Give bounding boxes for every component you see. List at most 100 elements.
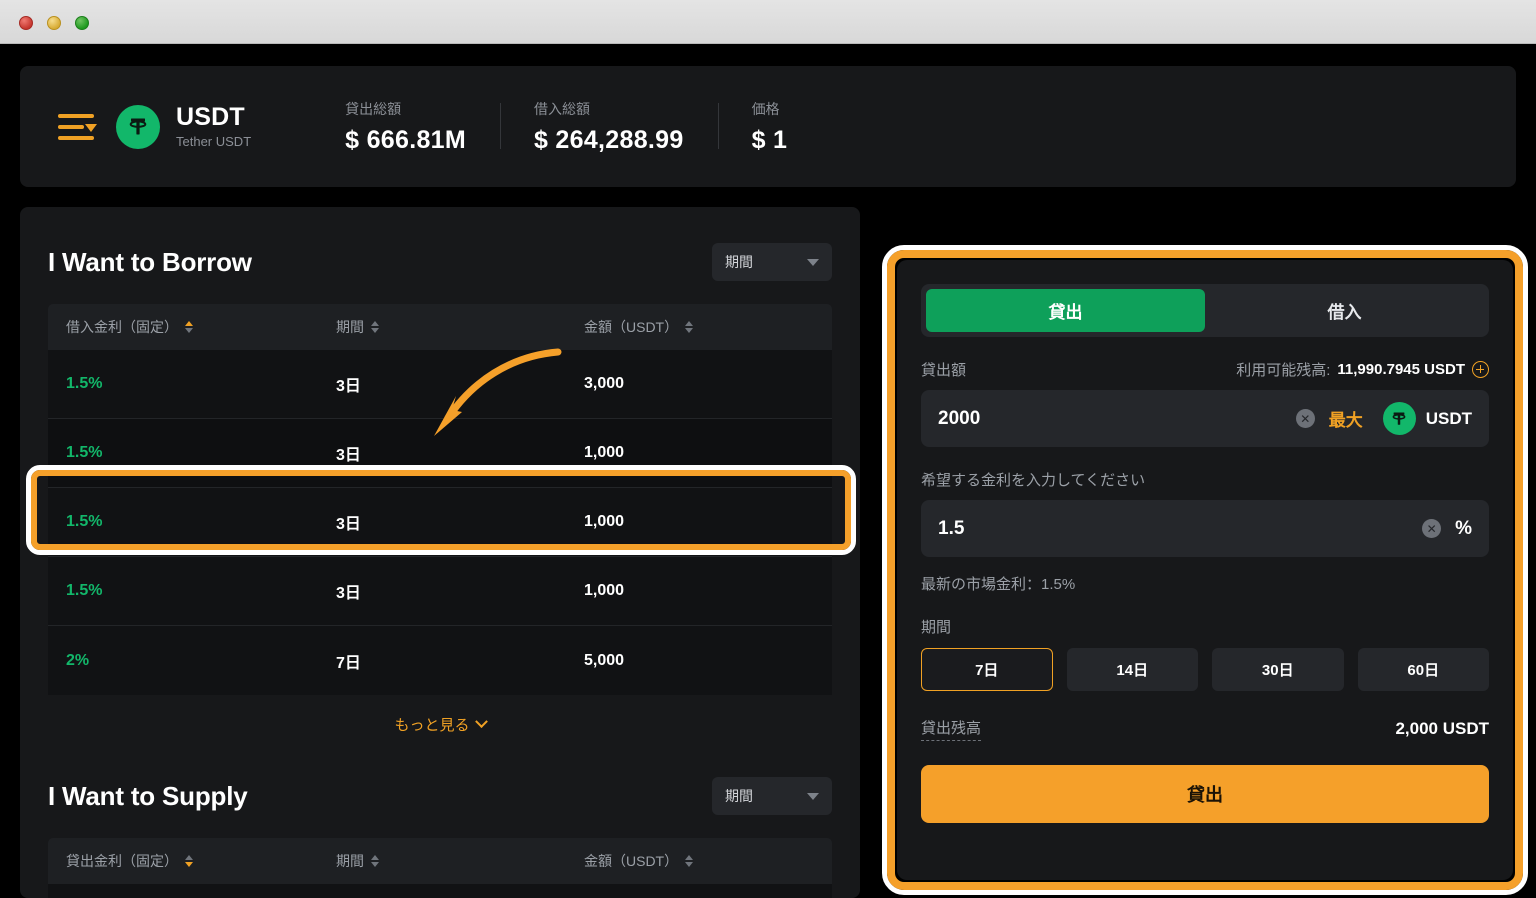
- column-header-supply-rate[interactable]: 貸出金利（固定）: [66, 851, 336, 871]
- lend-amount-value[interactable]: 2000: [938, 408, 1296, 430]
- row-term: 3日: [336, 378, 361, 395]
- borrow-show-more-link[interactable]: もっと見る: [48, 714, 832, 735]
- borrow-table: 借入金利（固定） 期間 金額（USDT） 1.5% 3日 3,000 1.5% …: [48, 304, 832, 735]
- percent-unit-label: %: [1455, 517, 1472, 539]
- plus-circle-icon[interactable]: [1472, 361, 1489, 378]
- borrow-period-filter[interactable]: 期間: [712, 243, 832, 281]
- currency-selector[interactable]: USDT: [1382, 402, 1472, 435]
- column-header-term[interactable]: 期間: [336, 317, 584, 337]
- asset-full-name: Tether USDT: [176, 133, 252, 149]
- column-header-amount[interactable]: 金額（USDT）: [584, 851, 814, 871]
- currency-label: USDT: [1425, 408, 1472, 428]
- sort-icon[interactable]: [685, 321, 694, 333]
- filter-menu-icon[interactable]: [58, 112, 97, 142]
- term-option-7d[interactable]: 7日: [921, 648, 1053, 691]
- market-lists-panel: I Want to Borrow 期間 借入金利（固定） 期間 金額（USDT）…: [20, 207, 860, 898]
- zoom-window-button[interactable]: [75, 16, 89, 30]
- chevron-down-icon: [474, 715, 488, 729]
- sort-icon[interactable]: [185, 855, 193, 867]
- usdt-coin-icon: [1382, 402, 1416, 435]
- order-panel: 貸出 借入 貸出額 利用可能残高: 11,990.7945 USDT 2000 …: [897, 260, 1513, 880]
- lend-rate-input[interactable]: 1.5 ✕ %: [921, 500, 1489, 557]
- stat-price: 価格 $ 1: [717, 99, 822, 155]
- submit-lend-button[interactable]: 貸出: [921, 765, 1489, 823]
- usdt-coin-icon: [116, 104, 160, 149]
- row-term: 3日: [336, 447, 361, 464]
- lend-amount-input[interactable]: 2000 ✕ 最大 USDT: [921, 390, 1489, 447]
- row-term: 3日: [336, 585, 361, 602]
- chevron-down-icon: [807, 792, 819, 800]
- minimize-window-button[interactable]: [47, 16, 61, 30]
- term-option-14d[interactable]: 14日: [1066, 648, 1198, 691]
- clear-x-icon[interactable]: ✕: [1422, 519, 1442, 538]
- table-row[interactable]: [48, 884, 832, 898]
- borrow-section-title: I Want to Borrow: [48, 246, 252, 277]
- row-amount: 3,000: [584, 375, 625, 392]
- asset-symbol: USDT: [176, 103, 245, 132]
- column-header-borrow-rate[interactable]: 借入金利（固定）: [66, 317, 336, 337]
- rate-field-label: 希望する金利を入力してください: [921, 472, 1146, 489]
- sort-icon[interactable]: [371, 855, 379, 867]
- app-body: USDT Tether USDT 貸出総額 $ 666.81M 借入総額 $ 2…: [0, 44, 1536, 898]
- close-window-button[interactable]: [19, 16, 33, 30]
- stat-total-supply: 貸出総額 $ 666.81M: [311, 99, 500, 155]
- row-rate: 2%: [66, 651, 90, 669]
- row-term: 7日: [336, 654, 361, 672]
- order-type-tabs: 貸出 借入: [921, 284, 1489, 337]
- stat-label: 価格: [751, 100, 780, 117]
- max-button[interactable]: 最大: [1329, 406, 1363, 431]
- amount-field-label: 貸出額: [921, 362, 967, 379]
- table-row[interactable]: 2% 7日 5,000: [48, 626, 832, 695]
- supply-section-header: I Want to Supply 期間: [20, 735, 860, 815]
- tab-borrow[interactable]: 借入: [1205, 289, 1484, 332]
- available-balance-prefix: 利用可能残高:: [1236, 362, 1331, 379]
- term-field-label: 期間: [921, 619, 952, 636]
- chevron-down-icon: [807, 258, 819, 266]
- table-row[interactable]: 1.5% 3日 1,000: [48, 419, 832, 488]
- asset-identity: USDT Tether USDT: [176, 104, 251, 149]
- term-option-60d[interactable]: 60日: [1357, 648, 1489, 691]
- stat-value: $ 1: [751, 125, 788, 154]
- row-rate: 1.5%: [66, 582, 103, 599]
- row-rate: 1.5%: [66, 444, 103, 461]
- asset-header-bar: USDT Tether USDT 貸出総額 $ 666.81M 借入総額 $ 2…: [20, 66, 1516, 187]
- available-balance-value: 11,990.7945 USDT: [1337, 361, 1465, 378]
- sort-icon[interactable]: [371, 321, 379, 333]
- term-options: 7日 14日 30日 60日: [921, 648, 1489, 691]
- clear-x-icon[interactable]: ✕: [1295, 409, 1315, 428]
- table-row[interactable]: 1.5% 3日 1,000: [48, 488, 832, 557]
- sort-icon[interactable]: [185, 321, 193, 333]
- tab-lend[interactable]: 貸出: [926, 289, 1205, 332]
- table-row[interactable]: 1.5% 3日 1,000: [48, 557, 832, 626]
- stat-label: 借入総額: [533, 100, 590, 117]
- supply-section-title: I Want to Supply: [48, 780, 248, 811]
- row-amount: 1,000: [584, 582, 625, 599]
- column-header-term[interactable]: 期間: [336, 851, 584, 871]
- stat-label: 貸出総額: [345, 100, 402, 117]
- row-amount: 1,000: [584, 513, 625, 530]
- row-rate: 1.5%: [66, 513, 103, 530]
- window-title-bar: [0, 0, 1536, 44]
- supply-period-filter-label: 期間: [725, 788, 753, 804]
- table-row[interactable]: 1.5% 3日 3,000: [48, 350, 832, 419]
- row-term: 3日: [336, 516, 361, 533]
- lend-balance-row: 貸出残高 2,000 USDT: [921, 717, 1489, 741]
- borrow-section-header: I Want to Borrow 期間: [20, 207, 860, 281]
- stat-total-borrow: 借入総額 $ 264,288.99: [499, 99, 718, 155]
- borrow-show-more-label: もっと見る: [394, 717, 470, 734]
- row-rate: 1.5%: [66, 375, 103, 392]
- rate-field-header: 希望する金利を入力してください: [921, 469, 1489, 490]
- stat-value: $ 666.81M: [345, 125, 466, 154]
- column-header-amount[interactable]: 金額（USDT）: [584, 317, 814, 337]
- stat-value: $ 264,288.99: [533, 125, 684, 154]
- sort-icon[interactable]: [685, 855, 694, 867]
- lend-rate-value[interactable]: 1.5: [938, 518, 1422, 540]
- amount-field-header: 貸出額 利用可能残高: 11,990.7945 USDT: [921, 359, 1489, 380]
- lend-balance-label[interactable]: 貸出残高: [921, 717, 982, 741]
- market-rate-note: 最新の市場金利：1.5%: [921, 576, 1076, 593]
- borrow-table-header: 借入金利（固定） 期間 金額（USDT）: [48, 304, 832, 350]
- supply-period-filter[interactable]: 期間: [712, 777, 832, 815]
- available-balance: 利用可能残高: 11,990.7945 USDT: [1236, 359, 1489, 380]
- supply-table: 貸出金利（固定） 期間 金額（USDT）: [48, 838, 832, 898]
- term-option-30d[interactable]: 30日: [1212, 648, 1344, 691]
